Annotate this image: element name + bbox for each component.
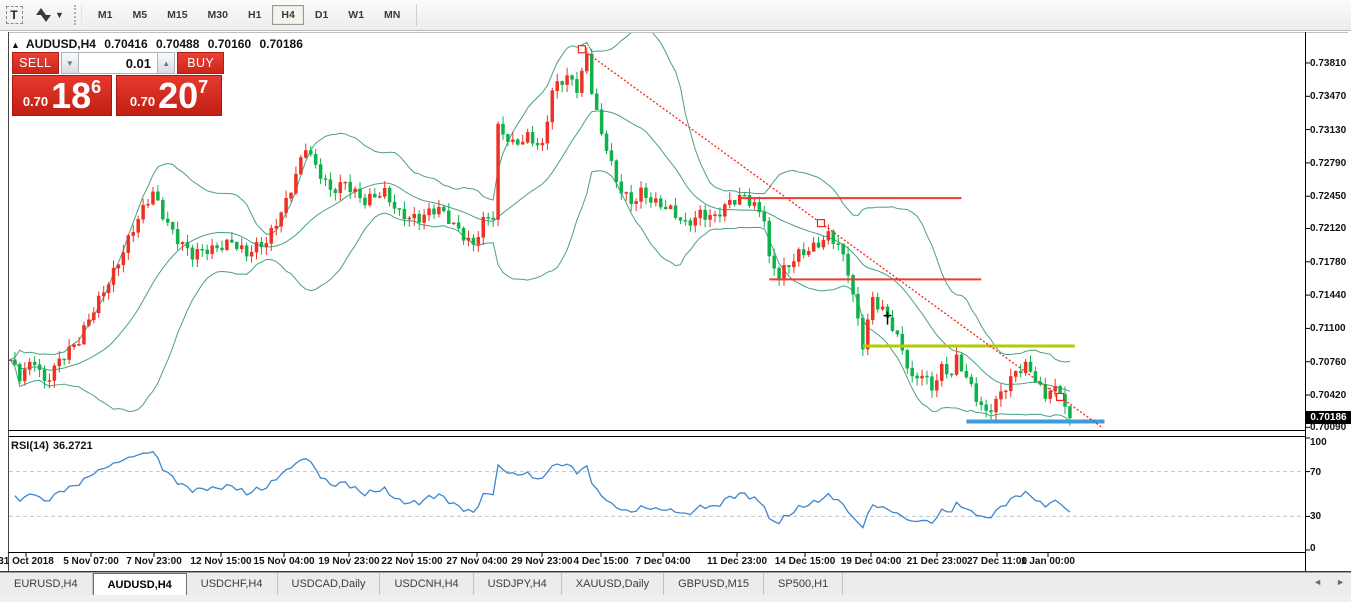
timeframe-button-m5[interactable]: M5 (124, 5, 157, 25)
date-axis-label: 4 Dec 15:00 (573, 556, 629, 567)
price-axis-label: 0.71100 (1310, 323, 1346, 335)
date-axis-label: 19 Nov 23:00 (318, 556, 380, 567)
arrange-windows-icon[interactable] (34, 7, 52, 23)
tab-usdcnh-h4[interactable]: USDCNH,H4 (380, 573, 474, 595)
rsi-axis-label: 0 (1310, 543, 1316, 554)
top-toolbar: T ▼ M1 M5 M15 M30 H1 H4 D1 W1 MN (0, 0, 1351, 31)
timeframe-button-m1[interactable]: M1 (89, 5, 122, 25)
tab-xauusd-daily[interactable]: XAUUSD,Daily (562, 573, 665, 595)
trendline-anchor-handle[interactable] (577, 45, 586, 54)
trendline-object[interactable] (581, 48, 1104, 429)
date-axis-label: 31 Oct 2018 (0, 556, 54, 567)
chevron-down-icon[interactable]: ▼ (55, 10, 64, 20)
date-axis-label: 29 Nov 23:00 (511, 556, 573, 567)
current-price-tag: 0.70186 (1306, 410, 1351, 424)
price-axis-label: 0.72790 (1310, 157, 1347, 169)
price-axis-label: 0.71780 (1310, 256, 1347, 268)
tabs-scroll-right-icon[interactable]: ► (1336, 577, 1345, 587)
price-axis-label: 0.72450 (1310, 191, 1347, 203)
tab-usdjpy-h4[interactable]: USDJPY,H4 (474, 573, 562, 595)
symbol-tab-bar: EURUSD,H4 AUDUSD,H4 USDCHF,H4 USDCAD,Daily U… (0, 573, 1351, 596)
buy-price-quote[interactable]: 0.70 20 7 (116, 75, 222, 116)
volume-increase-button[interactable]: ▲ (157, 52, 176, 74)
date-axis-label: 19 Dec 04:00 (840, 556, 902, 567)
price-axis-label: 0.72120 (1310, 223, 1347, 235)
date-axis-label: 14 Dec 15:00 (774, 556, 836, 567)
tab-usdchf-h4[interactable]: USDCHF,H4 (187, 573, 278, 595)
trendline-anchor-handle[interactable] (816, 219, 826, 228)
date-axis-label: 27 Nov 04:00 (446, 556, 508, 567)
sell-price-big: 18 (51, 75, 92, 117)
ohlc-close: 0.70186 (259, 37, 303, 51)
collapse-panel-icon[interactable]: ▲ (11, 40, 20, 50)
rsi-value: 36.2721 (52, 440, 93, 452)
chart-symbol-label: AUDUSD,H4 (25, 37, 96, 51)
date-axis-label: 15 Nov 04:00 (253, 556, 315, 567)
date-axis-label: 21 Dec 23:00 (906, 556, 968, 567)
price-axis-label: 0.71440 (1310, 290, 1347, 302)
rsi-name: RSI(14) (11, 440, 49, 452)
sell-button[interactable]: SELL (12, 52, 59, 74)
date-axis-label: 12 Nov 15:00 (190, 556, 252, 567)
buy-price-sup: 7 (198, 77, 209, 97)
rsi-axis-label: 30 (1310, 511, 1322, 523)
tab-audusd-h4[interactable]: AUDUSD,H4 (92, 573, 187, 595)
date-axis-label: 27 Dec 11:00 (966, 556, 1028, 567)
tab-eurusd-h4[interactable]: EURUSD,H4 (0, 573, 93, 595)
text-tool-icon: T (5, 6, 23, 24)
timeframe-button-d1[interactable]: D1 (306, 5, 337, 25)
price-axis-label: 0.70420 (1310, 390, 1347, 401)
chart-title-bar: ▲ AUDUSD,H4 0.70416 0.70488 0.70160 0.701… (11, 37, 303, 51)
trading-platform-window: T ▼ M1 M5 M15 M30 H1 H4 D1 W1 MN ▲ AUDUSD,H4 0.70… (0, 0, 1351, 602)
text-tool-button[interactable]: T (4, 5, 24, 25)
rsi-indicator-label: RSI(14) 36.2721 (11, 440, 93, 452)
window-bottom-edge (0, 595, 1351, 602)
timeframe-button-h4[interactable]: H4 (272, 5, 304, 25)
tab-sp500-h1[interactable]: SP500,H1 (764, 573, 844, 595)
ohlc-low: 0.70160 (207, 37, 252, 51)
rsi-axis-label: 100 (1310, 437, 1327, 448)
timeframe-button-w1[interactable]: W1 (339, 5, 373, 25)
timeframe-button-m15[interactable]: M15 (158, 5, 196, 25)
buy-button[interactable]: BUY (177, 52, 224, 74)
rsi-subwindow (9, 450, 1304, 529)
price-axis-label: 0.73810 (1310, 57, 1347, 69)
price-axis-label: 0.73130 (1310, 124, 1347, 136)
sell-price-quote[interactable]: 0.70 18 6 (12, 75, 112, 116)
volume-input[interactable] (79, 52, 157, 74)
ohlc-high: 0.70488 (156, 37, 200, 51)
ohlc-open: 0.70416 (104, 37, 148, 51)
toolbar-grip[interactable] (73, 5, 82, 25)
price-axis-label: 0.73470 (1310, 91, 1347, 103)
price-axis-label: 0.70760 (1310, 356, 1347, 368)
sell-price-prefix: 0.70 (22, 94, 49, 109)
price-axis-label: 0.70090 (1310, 422, 1347, 434)
one-click-trade-panel: SELL ▼ ▲ BUY 0.70186 0.70207 (12, 52, 224, 116)
date-axis-label: 22 Nov 15:00 (381, 556, 443, 567)
tab-gbpusd-m15[interactable]: GBPUSD,M15 (664, 573, 765, 595)
timeframe-button-mn[interactable]: MN (375, 5, 409, 25)
date-axis-label: 11 Dec 23:00 (706, 556, 768, 567)
timeframe-button-h1[interactable]: H1 (239, 5, 270, 25)
timeframe-button-group: M1 M5 M15 M30 H1 H4 D1 W1 MN (88, 5, 410, 25)
timeframe-button-m30[interactable]: M30 (199, 5, 237, 25)
date-axis-label: 1 Jan 00:00 (1021, 556, 1075, 567)
volume-decrease-button[interactable]: ▼ (60, 52, 79, 74)
tabs-scroll-left-icon[interactable]: ◄ (1313, 577, 1322, 587)
rsi-axis-label: 70 (1310, 466, 1322, 478)
trendline-anchor-handle[interactable] (1055, 392, 1065, 402)
tab-usdcad-daily[interactable]: USDCAD,Daily (278, 573, 381, 595)
date-axis-label: 7 Nov 23:00 (126, 556, 182, 567)
buy-price-big: 20 (158, 75, 199, 117)
date-axis-label: 7 Dec 04:00 (635, 556, 691, 567)
sell-price-sup: 6 (91, 77, 102, 97)
date-axis-label: 5 Nov 07:00 (63, 556, 119, 567)
toolbar-separator (416, 4, 418, 26)
buy-price-prefix: 0.70 (129, 94, 156, 109)
